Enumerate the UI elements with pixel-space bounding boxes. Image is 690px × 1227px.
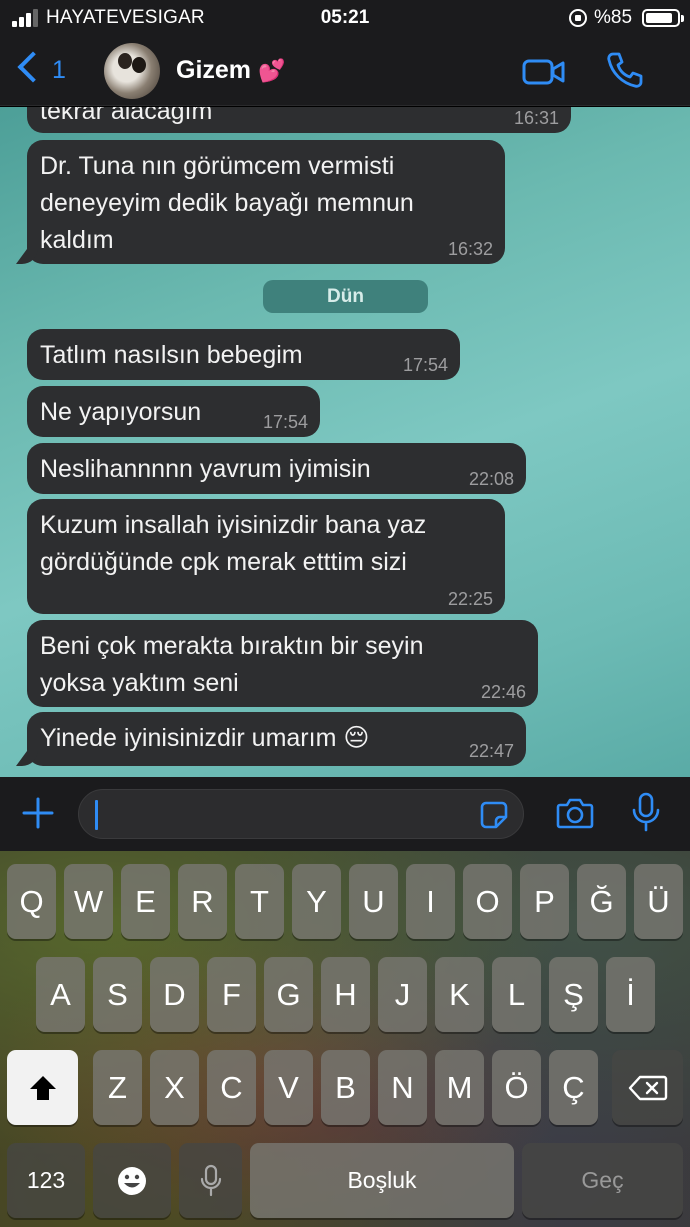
dictation-icon [200, 1164, 221, 1196]
space-key[interactable]: Boşluk [250, 1143, 514, 1218]
message-bubble[interactable]: tekrar alacağım 16:31 [27, 107, 571, 133]
chat-header: 1 Gizem 💕 [0, 36, 690, 106]
key-w[interactable]: W [64, 864, 113, 939]
contact-name-text: Gizem [176, 56, 252, 84]
key-u[interactable]: U [349, 864, 398, 939]
key-u-umlaut[interactable]: Ü [634, 864, 683, 939]
key-g-breve[interactable]: Ğ [577, 864, 626, 939]
key-r[interactable]: R [178, 864, 227, 939]
message-input[interactable] [78, 789, 524, 839]
back-chevron-icon [17, 51, 49, 83]
emoji-icon [118, 1166, 146, 1195]
key-k[interactable]: K [435, 957, 484, 1032]
delete-icon [628, 1075, 667, 1100]
emoji-key[interactable] [93, 1143, 171, 1218]
date-separator: Dün [263, 280, 428, 313]
message-time: 17:54 [262, 412, 308, 432]
contact-emoji: 💕 [257, 58, 286, 83]
status-bar: HAYATEVESIGAR 05:21 %85 [0, 0, 690, 36]
key-c[interactable]: C [207, 1050, 256, 1125]
message-input-bar [0, 777, 690, 851]
message-text: Neslihannnnn yavrum iyimisin [40, 455, 371, 483]
message-time: 22:46 [480, 682, 526, 702]
video-call-icon[interactable] [522, 58, 566, 86]
message-bubble[interactable]: Tatlım nasılsın bebegim 17:54 [27, 329, 460, 380]
plus-icon[interactable] [22, 797, 54, 829]
camera-icon[interactable] [556, 797, 594, 829]
message-text: Dr. Tuna nın görümcem vermisti deneyeyim… [40, 152, 414, 254]
text-caret [95, 800, 98, 830]
message-text: tekrar alacağım [40, 107, 213, 125]
orientation-lock-icon [569, 9, 587, 27]
key-i-dotless[interactable]: I [406, 864, 455, 939]
message-time: 17:54 [402, 355, 448, 375]
message-text: Tatlım nasılsın bebegim [40, 341, 303, 369]
delete-key[interactable] [612, 1050, 683, 1125]
message-time: 16:32 [447, 239, 493, 259]
shift-key[interactable] [7, 1050, 78, 1125]
key-l[interactable]: L [492, 957, 541, 1032]
back-button[interactable]: 1 [16, 50, 76, 92]
key-i-dotted[interactable]: İ [606, 957, 655, 1032]
message-time: 16:31 [513, 108, 559, 128]
message-text: Kuzum insallah iyisinizdir bana yaz görd… [40, 511, 427, 576]
message-time: 22:08 [468, 469, 514, 489]
key-v[interactable]: V [264, 1050, 313, 1125]
key-q[interactable]: Q [7, 864, 56, 939]
phone-icon[interactable] [604, 50, 644, 90]
message-bubble[interactable]: Neslihannnnn yavrum iyimisin 22:08 [27, 443, 526, 494]
key-o-umlaut[interactable]: Ö [492, 1050, 541, 1125]
key-z[interactable]: Z [93, 1050, 142, 1125]
key-s-cedilla[interactable]: Ş [549, 957, 598, 1032]
unread-count: 1 [52, 56, 66, 84]
key-p[interactable]: P [520, 864, 569, 939]
key-f[interactable]: F [207, 957, 256, 1032]
message-bubble[interactable]: Ne yapıyorsun 17:54 [27, 386, 320, 437]
key-b[interactable]: B [321, 1050, 370, 1125]
key-d[interactable]: D [150, 957, 199, 1032]
dictation-key[interactable] [179, 1143, 242, 1218]
message-bubble[interactable]: Beni çok merakta bıraktın bir seyin yoks… [27, 620, 538, 707]
key-j[interactable]: J [378, 957, 427, 1032]
key-h[interactable]: H [321, 957, 370, 1032]
message-bubble[interactable]: Yinede iyinisinizdir umarım 😔 22:47 [27, 712, 526, 766]
contact-avatar[interactable] [104, 43, 160, 99]
chat-area[interactable]: tekrar alacağım 16:31 Dr. Tuna nın görüm… [0, 107, 690, 777]
message-time: 22:47 [468, 741, 514, 761]
key-c-cedilla[interactable]: Ç [549, 1050, 598, 1125]
key-s[interactable]: S [93, 957, 142, 1032]
message-text: Beni çok merakta bıraktın bir seyin yoks… [40, 632, 424, 697]
keyboard: Q W E R T Y U I O P Ğ Ü A S D F G H J K … [0, 851, 690, 1227]
sticker-icon[interactable] [479, 800, 509, 830]
return-key[interactable]: Geç [522, 1143, 683, 1218]
numbers-key[interactable]: 123 [7, 1143, 85, 1218]
microphone-icon[interactable] [630, 792, 662, 834]
message-bubble[interactable]: Kuzum insallah iyisinizdir bana yaz görd… [27, 499, 505, 614]
key-y[interactable]: Y [292, 864, 341, 939]
message-bubble[interactable]: Dr. Tuna nın görümcem vermisti deneyeyim… [27, 140, 505, 264]
key-x[interactable]: X [150, 1050, 199, 1125]
key-o[interactable]: O [463, 864, 512, 939]
contact-name[interactable]: Gizem 💕 [176, 56, 285, 85]
key-g[interactable]: G [264, 957, 313, 1032]
shift-icon [29, 1075, 56, 1100]
key-n[interactable]: N [378, 1050, 427, 1125]
key-m[interactable]: M [435, 1050, 484, 1125]
message-time: 22:25 [447, 589, 493, 609]
key-e[interactable]: E [121, 864, 170, 939]
key-a[interactable]: A [36, 957, 85, 1032]
message-text: Yinede iyinisinizdir umarım 😔 [40, 724, 370, 752]
key-t[interactable]: T [235, 864, 284, 939]
battery-percentage: %85 [594, 7, 633, 28]
battery-icon [642, 9, 684, 27]
